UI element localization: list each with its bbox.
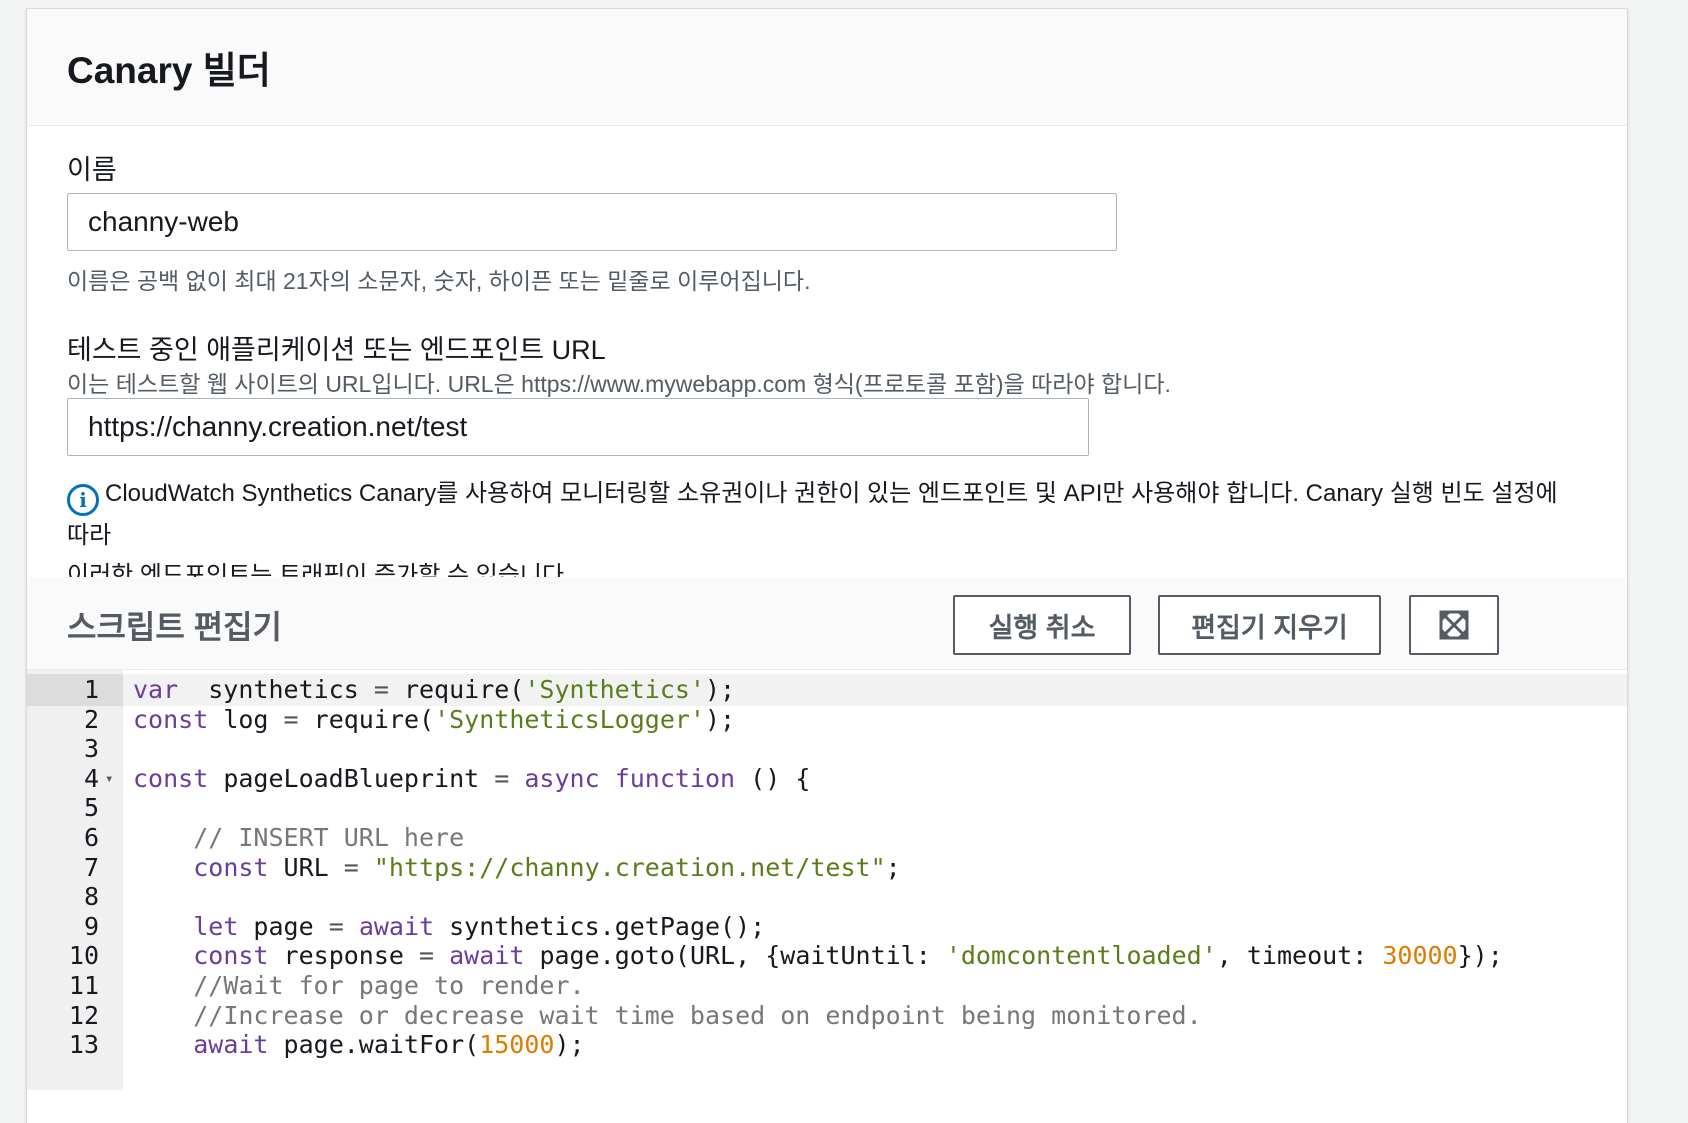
name-description: 이름은 공백 없이 최대 21자의 소문자, 숫자, 하이픈 또는 밑줄로 이루… [67,268,811,294]
line-number: 3 [83,734,99,764]
line-number: 5 [83,793,99,823]
code-line[interactable]: 3 [27,733,1627,765]
code-text: // INSERT URL here [193,823,465,852]
code-line[interactable]: 7 const URL = "https://channy.creation.n… [27,852,1627,884]
code-line[interactable]: 9 let page = await synthetics.getPage(); [27,911,1627,943]
editor-heading: 스크립트 편집기 [67,609,282,645]
code-text: const response = await page.goto(URL, {w… [193,941,1503,971]
undo-button[interactable]: 실행 취소 [953,595,1131,655]
line-number: 8 [83,882,99,912]
canary-builder-panel: Canary 빌더 이름 이름은 공백 없이 최대 21자의 소문자, 숫자, … [26,8,1628,1123]
code-line[interactable]: 10 const response = await page.goto(URL,… [27,940,1627,972]
line-number: 7 [83,852,99,882]
expand-icon [1439,610,1469,640]
fold-arrow-icon[interactable]: ▾ [105,763,113,795]
line-number: 2 [83,704,99,734]
url-input[interactable] [67,398,1089,456]
code-editor[interactable]: 1 var synthetics = require('Synthetics');… [27,669,1627,1090]
url-description: 이는 테스트할 웹 사이트의 URL입니다. URL은 https://www.… [67,371,1171,397]
code-line[interactable]: 13 await page.waitFor(15000); [27,1029,1627,1061]
fullscreen-button[interactable] [1409,595,1499,655]
line-number: 12 [68,1000,99,1030]
line-number: 1 [27,674,123,706]
code-line[interactable]: 2 const log = require('SyntheticsLogger')… [27,704,1627,736]
url-label: 테스트 중인 애플리케이션 또는 엔드포인트 URL [67,335,606,365]
panel-title: Canary 빌더 [67,50,271,91]
code-text: const URL = "https://channy.creation.net… [193,852,901,882]
line-number: 9 [83,911,99,941]
code-text: //Increase or decrease wait time based o… [193,1000,1202,1030]
code-text: //Wait for page to render. [193,971,585,1000]
code-text: var synthetics = require('Synthetics'); [133,675,736,704]
info-line-1: i CloudWatch Synthetics Canary를 사용하여 모니터링… [67,480,1558,549]
code-line[interactable]: 4 ▾ const pageLoadBlueprint = async functi… [27,763,1627,795]
code-text: const log = require('SyntheticsLogger'); [133,704,736,734]
code-line[interactable]: 5 [27,792,1627,824]
line-number: 10 [68,941,99,971]
code-text: let page = await synthetics.getPage(); [193,911,766,941]
code-line[interactable]: 12 //Increase or decrease wait time base… [27,1000,1627,1032]
line-number: 11 [68,971,99,1000]
info-icon: i [67,484,99,516]
line-number: 6 [83,823,99,852]
code-line[interactable]: 1 var synthetics = require('Synthetics'); [27,674,1627,706]
code-text: await page.waitFor(15000); [193,1030,585,1060]
code-line[interactable]: 8 [27,881,1627,913]
name-input[interactable] [67,193,1117,251]
clear-editor-button[interactable]: 편집기 지우기 [1158,595,1381,655]
code-line[interactable]: 6 // INSERT URL here [27,822,1627,854]
panel-header: Canary 빌더 [27,9,1627,126]
line-number: 13 [68,1030,99,1060]
script-editor-section: 스크립트 편집기 실행 취소 편집기 지우기 1 var synthetics … [27,577,1627,1090]
name-label: 이름 [67,155,117,185]
code-text: const pageLoadBlueprint = async function… [133,763,811,793]
code-line[interactable]: 11 //Wait for page to render. [27,970,1627,1002]
